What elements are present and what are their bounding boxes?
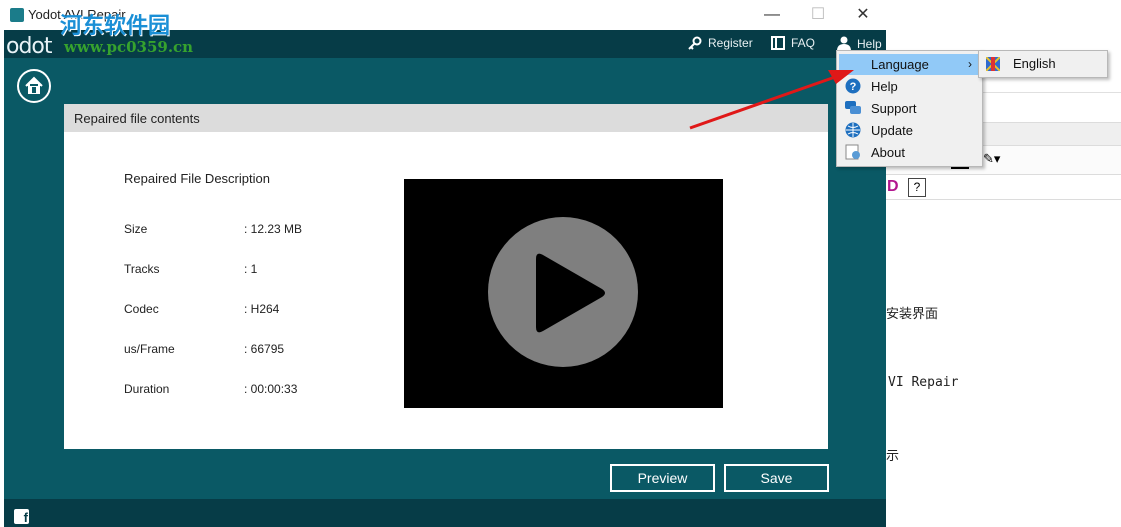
home-button[interactable]	[17, 69, 51, 103]
frame-value: : 66795	[244, 342, 285, 356]
panel-title: Repaired file contents	[74, 111, 200, 126]
question-icon: ?	[845, 78, 861, 94]
book-icon	[771, 36, 785, 50]
size-label: Size	[124, 222, 148, 236]
pen-icon: ✎▾	[983, 151, 1001, 166]
size-value: : 12.23 MB	[244, 222, 303, 236]
language-submenu[interactable]: English	[978, 50, 1108, 78]
faq-link[interactable]: FAQ	[771, 36, 815, 50]
language-flag-icon	[985, 56, 1001, 72]
background-text-2: VI Repair	[888, 375, 959, 390]
codec-label: Codec	[124, 302, 159, 316]
codec-value: : H264	[244, 302, 280, 316]
background-divider	[980, 92, 1121, 93]
title-bar: Yodot AVI Repair — ☐ ✕	[4, 0, 886, 31]
duration-label: Duration	[124, 382, 170, 396]
maximize-button[interactable]: ☐	[795, 4, 841, 26]
menu-item-support[interactable]: Support	[839, 98, 980, 119]
window-title: Yodot AVI Repair	[28, 7, 126, 22]
menu-item-label: Update	[871, 123, 913, 138]
panel-header: Repaired file contents	[64, 104, 828, 132]
help-label: Help	[857, 37, 882, 51]
chat-icon	[845, 100, 861, 116]
tracks-value: : 1	[244, 262, 258, 276]
tracks-label: Tracks	[124, 262, 160, 276]
background-text-3: 示	[886, 449, 900, 464]
help-link[interactable]: Help	[837, 36, 882, 51]
app-icon	[10, 8, 24, 22]
key-icon	[688, 36, 702, 50]
top-bar: Register FAQ Help	[4, 30, 886, 58]
close-button[interactable]: ✕	[840, 4, 886, 26]
footer: f	[4, 499, 886, 527]
preview-button[interactable]: Preview	[610, 464, 715, 492]
background-help-icon: ?	[908, 178, 926, 197]
minimize-button[interactable]: —	[749, 4, 795, 26]
home-icon	[25, 76, 43, 94]
repaired-file-panel: Repaired file contents Repaired File Des…	[64, 104, 828, 449]
app-window: Yodot AVI Repair — ☐ ✕ Register FAQ Help…	[4, 0, 886, 527]
submenu-arrow-icon: ›	[968, 57, 972, 71]
duration-value: : 00:00:33	[244, 382, 298, 396]
language-english: English	[1013, 56, 1056, 71]
video-preview[interactable]	[404, 179, 723, 408]
menu-item-label: Support	[871, 101, 917, 116]
background-text-1: 安装界面	[886, 307, 939, 322]
register-label: Register	[708, 36, 753, 50]
menu-item-label: About	[871, 145, 905, 160]
frame-label: us/Frame	[124, 342, 175, 356]
menu-item-update[interactable]: Update	[839, 120, 980, 141]
user-icon	[837, 36, 851, 51]
menu-item-label: Help	[871, 79, 898, 94]
help-menu: Language › ? Help Support Update About	[836, 50, 983, 167]
save-button[interactable]: Save	[724, 464, 829, 492]
faq-label: FAQ	[791, 36, 816, 50]
play-button[interactable]	[488, 217, 638, 367]
background-d-label: D	[887, 178, 899, 195]
register-link[interactable]: Register	[688, 36, 753, 50]
menu-item-language[interactable]: Language ›	[839, 54, 980, 75]
menu-item-label: Language	[871, 57, 929, 72]
svg-text:?: ?	[850, 81, 857, 93]
facebook-icon[interactable]: f	[14, 509, 29, 525]
menu-item-about[interactable]: About	[839, 142, 980, 163]
description-title: Repaired File Description	[124, 171, 270, 186]
globe-icon	[845, 122, 861, 138]
menu-item-help[interactable]: ? Help	[839, 76, 980, 97]
play-icon	[536, 253, 605, 333]
about-icon	[845, 144, 861, 160]
